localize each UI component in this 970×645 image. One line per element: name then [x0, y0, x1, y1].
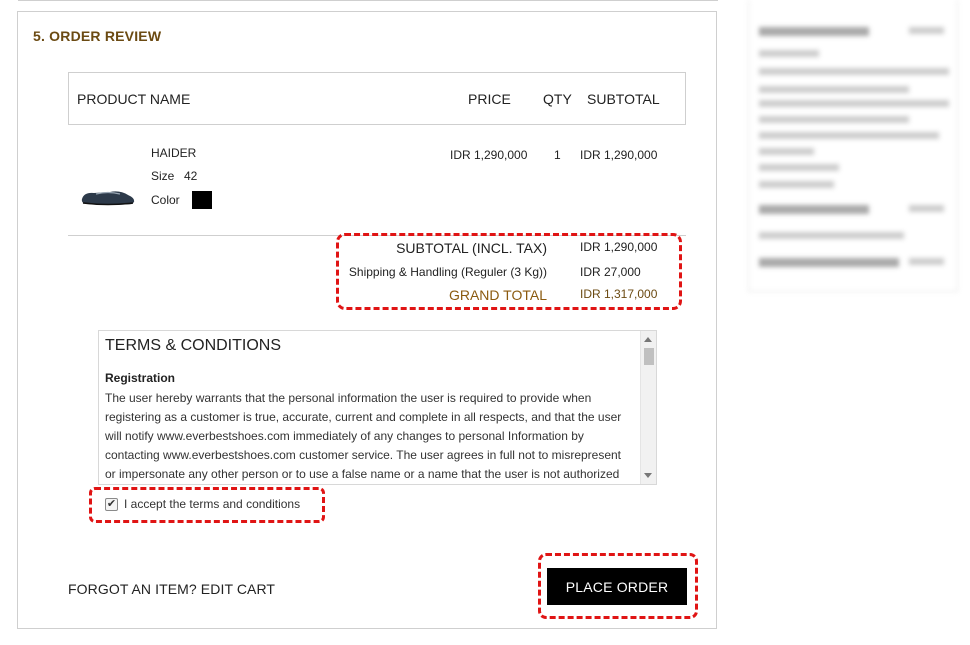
sidebar-blur-line: [759, 232, 904, 239]
header-qty: QTY: [543, 91, 572, 107]
sidebar-blur-line: [759, 132, 939, 139]
edit-cart-link[interactable]: FORGOT AN ITEM? EDIT CART: [68, 581, 275, 597]
sidebar-blur-line: [909, 205, 944, 212]
terms-body: The user hereby warrants that the person…: [105, 391, 622, 481]
color-label: Color: [151, 193, 180, 207]
section-title: 5. ORDER REVIEW: [33, 28, 162, 44]
sidebar-blur-line: [909, 27, 944, 34]
shipping-label: Shipping & Handling (Reguler (3 Kg)): [348, 265, 547, 279]
product-name: HAIDER: [151, 146, 197, 160]
sidebar-blur-line: [759, 205, 869, 214]
product-table-header: PRODUCT NAME PRICE QTY SUBTOTAL: [68, 72, 686, 125]
table-row: HAIDER Size 42 Color IDR 1,290,000 1 IDR…: [68, 138, 686, 234]
terms-title: TERMS & CONDITIONS: [105, 337, 282, 354]
header-subtotal: SUBTOTAL: [587, 91, 660, 107]
terms-scroll-box[interactable]: TERMS & CONDITIONS Registration The user…: [98, 330, 657, 485]
sidebar-blur-line: [759, 27, 869, 36]
sidebar-blur-line: [759, 68, 949, 75]
grand-total-value: IDR 1,317,000: [580, 287, 658, 301]
header-product-name: PRODUCT NAME: [77, 91, 191, 107]
order-review-panel: 5. ORDER REVIEW PRODUCT NAME PRICE QTY S…: [17, 11, 717, 629]
header-price: PRICE: [468, 91, 511, 107]
color-swatch: [192, 191, 212, 209]
sidebar-blur-line: [759, 86, 909, 93]
place-order-button[interactable]: PLACE ORDER: [547, 568, 687, 605]
sidebar-blur-line: [759, 116, 909, 123]
accept-terms-checkbox[interactable]: ✔: [105, 498, 118, 511]
scroll-thumb[interactable]: [644, 348, 654, 365]
accept-terms-label[interactable]: I accept the terms and conditions: [124, 497, 300, 511]
top-divider: [18, 0, 718, 1]
subtotal-value: IDR 1,290,000: [580, 240, 658, 254]
scroll-up-arrow-icon[interactable]: [644, 337, 652, 342]
product-qty: 1: [554, 148, 561, 162]
sidebar-blur-line: [759, 181, 834, 188]
subtotal-label: SUBTOTAL (INCL. TAX): [396, 240, 547, 256]
order-summary-sidebar: [748, 0, 958, 292]
scroll-down-arrow-icon[interactable]: [644, 473, 652, 478]
terms-subtitle: Registration: [105, 371, 176, 385]
size-value: 42: [184, 169, 198, 183]
shipping-value: IDR 27,000: [580, 265, 641, 279]
size-label: Size: [151, 169, 175, 183]
grand-total-label: GRAND TOTAL: [448, 287, 547, 303]
sidebar-blur-line: [759, 258, 899, 267]
sidebar-blur-line: [759, 50, 819, 57]
terms-content: TERMS & CONDITIONS Registration The user…: [105, 335, 633, 484]
product-price: IDR 1,290,000: [450, 148, 528, 162]
product-thumbnail[interactable]: [80, 181, 136, 209]
sidebar-blur-line: [759, 148, 814, 155]
product-subtotal: IDR 1,290,000: [580, 148, 658, 162]
terms-scrollbar[interactable]: [640, 331, 656, 484]
sidebar-blur-line: [759, 100, 949, 107]
sidebar-blur-line: [759, 164, 839, 171]
sidebar-blur-line: [909, 258, 944, 265]
